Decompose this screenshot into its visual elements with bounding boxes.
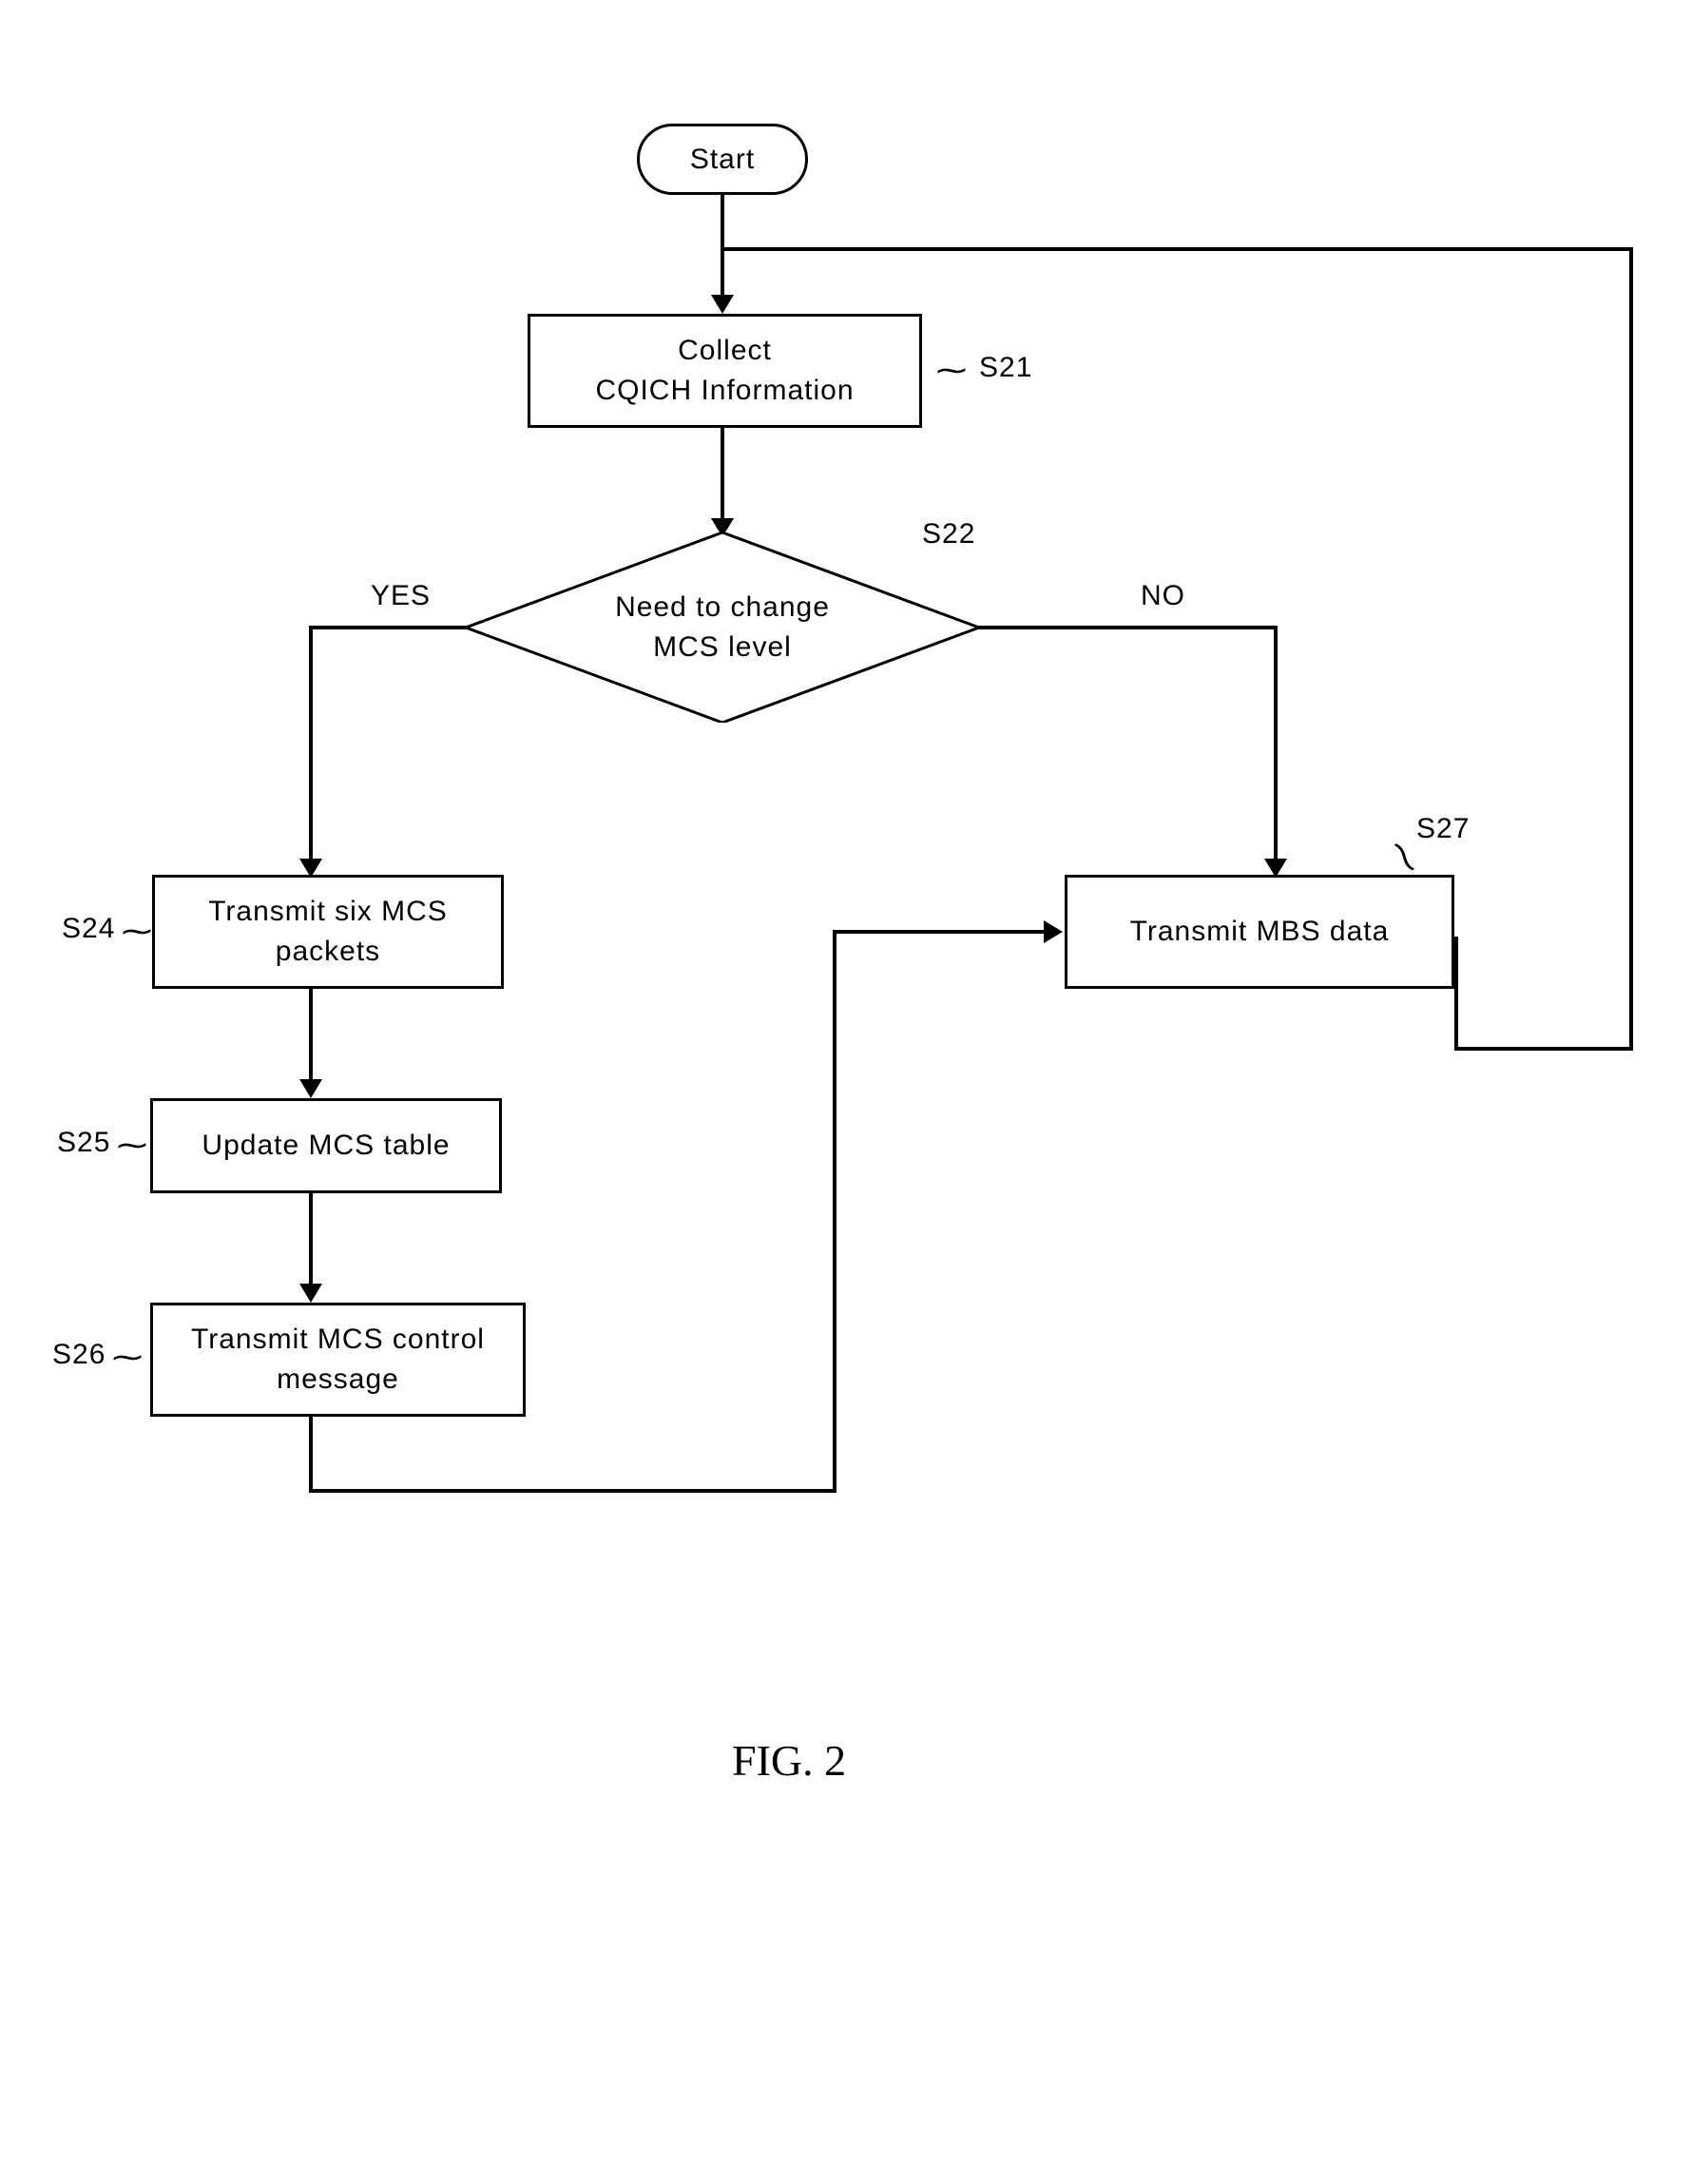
arrow-s24-s25: [309, 989, 313, 1084]
no-label: NO: [1141, 580, 1185, 612]
merge-right: [833, 930, 1047, 934]
s24-label: S24: [62, 913, 115, 945]
s24-text: Transmit six MCS packets: [208, 892, 448, 972]
s25-label: S25: [57, 1127, 110, 1159]
s24-tilde: ⁓: [122, 913, 152, 949]
no-horizontal: [979, 626, 1274, 629]
s27-label: S27: [1416, 813, 1470, 845]
feedback-up: [1629, 247, 1633, 1051]
step-s22-decision: Need to change MCS level: [466, 532, 979, 723]
arrow-s25-s26: [309, 1193, 313, 1288]
arrowhead-s24-s25: [299, 1079, 322, 1098]
yes-horizontal: [309, 626, 471, 629]
s27-right: [1454, 1047, 1633, 1051]
merge-up: [833, 930, 836, 1493]
start-terminal: Start: [637, 124, 808, 195]
feedback-horizontal: [721, 247, 1633, 251]
arrowhead-start-s21: [711, 295, 734, 314]
s26-right: [309, 1489, 836, 1493]
start-label: Start: [690, 140, 755, 180]
s26-tilde: ⁓: [112, 1339, 143, 1375]
step-s27: Transmit MBS data: [1065, 875, 1454, 989]
s27-text: Transmit MBS data: [1130, 912, 1390, 952]
figure-label: FIG. 2: [732, 1735, 846, 1786]
s26-text: Transmit MCS control message: [191, 1320, 485, 1400]
s21-text: Collect CQICH Information: [595, 331, 854, 411]
step-s21: Collect CQICH Information: [528, 314, 922, 428]
s27-down: [1454, 937, 1458, 1051]
s22-text: Need to change MCS level: [615, 588, 830, 667]
arrow-s21-s22: [721, 428, 724, 523]
s21-tilde: ⁓: [936, 352, 967, 388]
s22-label: S22: [922, 518, 975, 551]
arrowhead-s25-s26: [299, 1284, 322, 1303]
arrowhead-merge-s27: [1044, 920, 1063, 943]
step-s25: Update MCS table: [150, 1098, 502, 1193]
step-s26: Transmit MCS control message: [150, 1303, 526, 1417]
s21-label: S21: [979, 352, 1032, 384]
no-vertical: [1274, 626, 1278, 863]
flowchart-container: Start Collect CQICH Information ⁓ S21 Ne…: [0, 0, 1692, 2184]
s25-tilde: ⁓: [117, 1127, 147, 1163]
s26-label: S26: [52, 1339, 106, 1371]
step-s24: Transmit six MCS packets: [152, 875, 504, 989]
s26-down: [309, 1417, 313, 1493]
s25-text: Update MCS table: [202, 1126, 450, 1166]
yes-vertical: [309, 626, 313, 863]
yes-label: YES: [371, 580, 431, 612]
